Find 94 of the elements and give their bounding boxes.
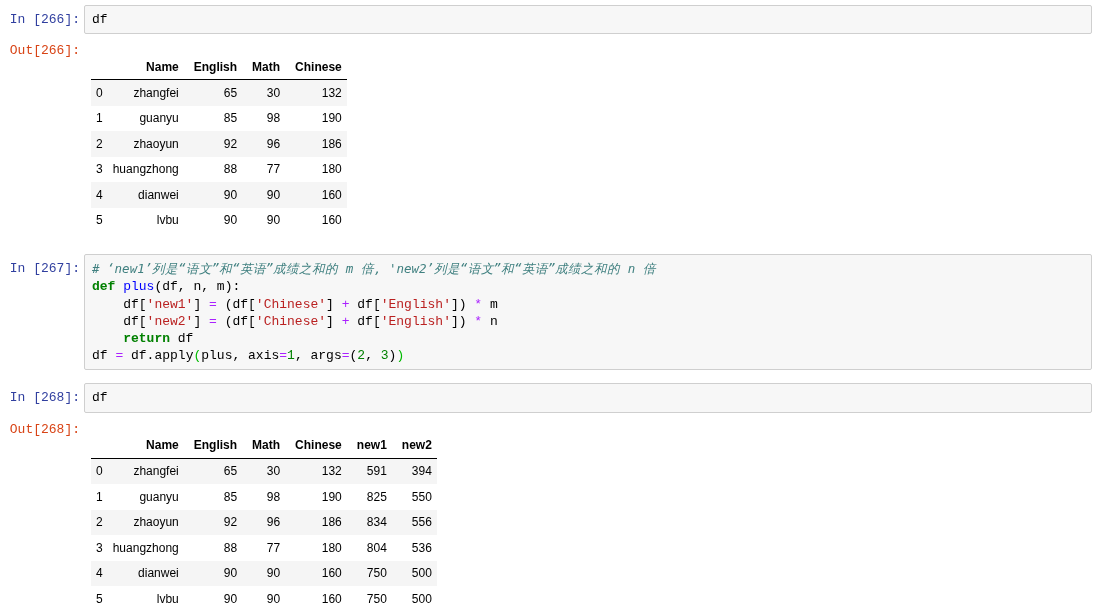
row-index: 5 [91, 207, 103, 234]
table-cell: 88 [183, 156, 243, 183]
table-cell: zhangfei [102, 79, 184, 106]
table-cell: 825 [346, 484, 392, 510]
row-index: 3 [91, 156, 103, 183]
table-cell: 30 [242, 458, 286, 485]
row-index: 2 [91, 509, 103, 536]
row-index: 0 [91, 79, 103, 106]
row-index: 5 [91, 586, 103, 609]
row-index: 0 [91, 458, 103, 485]
table-cell: 804 [346, 535, 392, 561]
table-cell: 750 [346, 586, 392, 609]
table-cell: 90 [183, 586, 243, 609]
output-prompt: Out[268]: [8, 420, 81, 438]
row-index: 3 [91, 535, 103, 561]
table-cell: 98 [242, 484, 286, 510]
column-header: new1 [346, 432, 392, 459]
column-header: Name [102, 54, 184, 80]
table-cell: 88 [183, 535, 243, 561]
table-cell: 85 [183, 105, 243, 132]
code-cell[interactable] [84, 254, 1092, 371]
table-cell: 90 [242, 182, 286, 208]
column-header: Chinese [285, 54, 347, 80]
table-cell: 190 [285, 484, 347, 510]
code-line: # ‘new1’列是“语文”和“英语”成绩之和的 m 倍, 'new2’列是“语文”和“英语”成绩之和的 n 倍 [92, 260, 658, 279]
column-header: Chinese [285, 432, 347, 459]
table-cell: 556 [391, 509, 437, 536]
code-cell[interactable]: df [84, 5, 1092, 35]
table-cell: zhaoyun [102, 131, 184, 157]
row-index: 2 [91, 131, 103, 157]
code-line: df['new2'] = (df['Chinese'] + df['English']) * n [122, 312, 499, 330]
row-index: 1 [91, 484, 103, 510]
table-cell: dianwei [102, 560, 184, 587]
table-cell: 90 [242, 560, 286, 587]
code-line: df['new1'] = (df['Chinese'] + df['English']) * m [122, 295, 499, 313]
table-cell: 77 [242, 535, 286, 561]
table-cell: 92 [183, 509, 243, 536]
input-prompt: In [266]: [8, 11, 81, 28]
column-header: Math [242, 54, 286, 80]
table-cell: 90 [183, 207, 243, 234]
table-cell: guanyu [102, 484, 184, 510]
column-header: English [183, 54, 243, 80]
table-cell: 132 [285, 458, 347, 485]
code-line: df [92, 11, 109, 29]
column-header: Math [242, 432, 286, 459]
table-cell: 550 [391, 484, 437, 510]
table-cell: 96 [242, 509, 286, 536]
table-cell: 186 [285, 131, 347, 157]
table-cell: zhaoyun [102, 509, 184, 536]
table-cell: lvbu [102, 586, 184, 609]
table-cell: guanyu [102, 105, 184, 132]
code-line: df = df.apply(plus, axis=1, args=(2, 3)) [92, 347, 406, 365]
code-cell[interactable]: df [84, 383, 1092, 413]
table-cell: 500 [391, 560, 437, 587]
row-index: 4 [91, 182, 103, 208]
row-index: 1 [91, 105, 103, 132]
column-header: new2 [391, 432, 437, 459]
table-cell: 500 [391, 586, 437, 609]
code-line: return df [122, 330, 195, 348]
table-cell: dianwei [102, 182, 184, 208]
input-prompt: In [268]: [8, 389, 81, 407]
table-cell: 98 [242, 105, 286, 132]
code-line: def plus(df, n, m): [92, 278, 242, 296]
table-cell: 90 [183, 182, 243, 208]
table-cell: 132 [285, 79, 347, 106]
table-cell: 77 [242, 156, 286, 183]
table-cell: 92 [183, 131, 243, 157]
table-cell: 190 [285, 105, 347, 132]
table-cell: huangzhong [102, 156, 184, 183]
table-cell: 160 [285, 182, 347, 208]
table-cell: 160 [285, 207, 347, 234]
table-cell: 180 [285, 156, 347, 183]
table-cell: 186 [285, 509, 347, 536]
table-cell: 160 [285, 560, 347, 587]
table-cell: 90 [183, 560, 243, 587]
table-cell: zhangfei [102, 458, 184, 485]
table-cell: 90 [242, 586, 286, 609]
table-cell: 180 [285, 535, 347, 561]
table-cell: 85 [183, 484, 243, 510]
table-cell: 30 [242, 79, 286, 106]
table-cell: 96 [242, 131, 286, 157]
column-header: English [183, 432, 243, 459]
table-cell: 750 [346, 560, 392, 587]
input-prompt: In [267]: [8, 260, 81, 278]
table-cell: 160 [285, 586, 347, 609]
table-cell: 90 [242, 207, 286, 234]
table-cell: 536 [391, 535, 437, 561]
row-index: 4 [91, 560, 103, 587]
code-line: df [92, 389, 109, 407]
table-cell: lvbu [102, 207, 184, 234]
column-header: Name [102, 432, 184, 459]
output-prompt: Out[266]: [8, 42, 81, 60]
table-cell: huangzhong [102, 535, 184, 561]
table-cell: 834 [346, 509, 392, 536]
